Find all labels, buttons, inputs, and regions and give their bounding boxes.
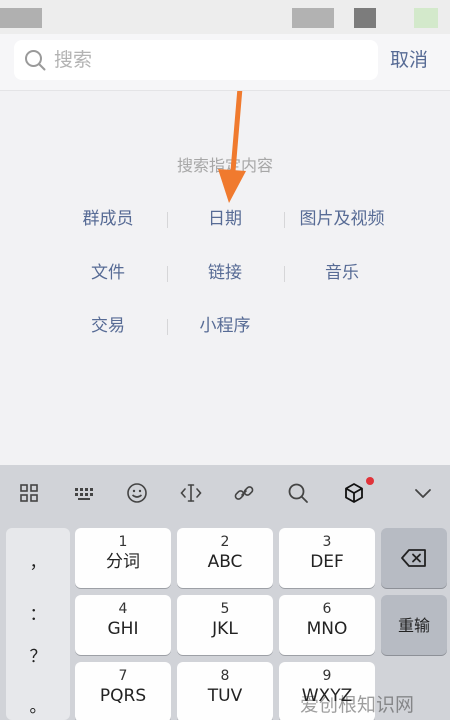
key-label: 分词 <box>106 552 140 572</box>
key-label: DEF <box>310 552 344 572</box>
punct-period-key[interactable]: 。 <box>6 692 70 717</box>
delete-key[interactable] <box>381 528 447 588</box>
key-3[interactable]: 3 DEF <box>279 528 375 588</box>
key-label: MNO <box>306 619 348 639</box>
keyboard-toolbar <box>0 465 450 521</box>
notification-dot <box>366 477 374 485</box>
key-7[interactable]: 7 PQRS <box>75 662 171 720</box>
status-bar-wifi-blur <box>354 8 376 28</box>
backspace-icon <box>401 549 426 567</box>
key-4[interactable]: 4 GHI <box>75 595 171 655</box>
key-6[interactable]: 6 MNO <box>279 595 375 655</box>
key-number: 9 <box>322 668 332 684</box>
key-label: TUV <box>207 686 243 706</box>
search-icon[interactable] <box>286 481 310 505</box>
watermark: 爱创根知识网 <box>300 694 415 716</box>
key-label: GHI <box>107 619 139 639</box>
key-5[interactable]: 5 JKL <box>177 595 273 655</box>
cube-icon[interactable] <box>342 481 366 505</box>
key-number: 3 <box>322 534 332 550</box>
punct-comma-key[interactable]: ， <box>6 548 70 573</box>
emoji-icon[interactable] <box>125 481 149 505</box>
chevron-down-icon[interactable] <box>411 481 435 505</box>
search-input[interactable]: 搜索 <box>14 40 378 80</box>
punctuation-column: ， ： ？ 。 <box>6 528 70 720</box>
key-number: 1 <box>118 534 128 550</box>
key-2[interactable]: 2 ABC <box>177 528 273 588</box>
key-number: 2 <box>220 534 230 550</box>
grid-icon[interactable] <box>17 481 41 505</box>
status-bar-signal-blur <box>292 8 334 28</box>
search-header: 搜索 取消 <box>0 34 450 90</box>
key-number: 6 <box>322 601 332 617</box>
search-placeholder: 搜索 <box>54 49 93 71</box>
status-bar-time-blur <box>0 8 42 28</box>
key-number: 5 <box>220 601 230 617</box>
key-label: JKL <box>212 619 238 639</box>
key-label: PQRS <box>99 686 147 706</box>
key-number: 8 <box>220 668 230 684</box>
punct-colon-key[interactable]: ： <box>6 600 70 625</box>
punct-question-key[interactable]: ？ <box>6 642 70 667</box>
search-options-panel: 搜索指定内容 群成员 日期 图片及视频 文件 链接 音乐 交易 小程序 <box>0 90 450 465</box>
retype-key-label: 重输 <box>397 616 430 635</box>
key-label: ABC <box>207 552 243 572</box>
keyboard-icon[interactable] <box>72 481 96 505</box>
retype-key[interactable]: 重输 <box>381 595 447 655</box>
key-8[interactable]: 8 TUV <box>177 662 273 720</box>
cursor-icon[interactable] <box>179 481 203 505</box>
cancel-button[interactable]: 取消 <box>390 46 428 74</box>
key-1[interactable]: 1 分词 <box>75 528 171 588</box>
status-bar <box>0 0 450 34</box>
search-icon <box>24 49 46 71</box>
annotation-arrow <box>218 91 246 203</box>
status-bar-battery-blur <box>414 8 438 28</box>
key-number: 7 <box>118 668 128 684</box>
link-icon[interactable] <box>232 481 256 505</box>
key-number: 4 <box>118 601 128 617</box>
